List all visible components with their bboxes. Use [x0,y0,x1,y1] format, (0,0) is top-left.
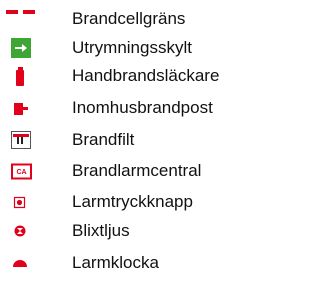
fire-hydrant-icon [0,93,50,123]
legend-label: Brandfilt [72,130,135,149]
legend-item-inomhusbrandpost: Inomhusbrandpost [0,93,275,123]
panel-label: CA [16,169,26,176]
legend-item-brandlarmcentral: CA Brandlarmcentral [0,156,275,186]
strobe-light-icon [0,216,50,246]
legend-label: Larmklocka [72,253,159,272]
legend-item-brandfilt: Brandfilt [0,125,275,155]
legend-label: Blixtljus [72,221,130,240]
legend-item-utrymningsskylt: Utrymningsskylt [0,33,275,63]
legend-item-larmtryckknapp: Larmtryckknapp [0,187,275,217]
symbol-legend: Brandcellgräns Utrymningsskylt Handbrand… [0,0,275,301]
legend-label: Inomhusbrandpost [72,98,213,117]
exit-sign-icon [0,33,50,63]
legend-label: Brandcellgräns [72,9,186,28]
fire-extinguisher-icon [0,61,50,91]
legend-item-handbrandslackare: Handbrandsläckare [0,61,275,91]
legend-label: Utrymningsskylt [72,38,192,57]
legend-label: Brandlarmcentral [72,161,202,180]
fire-alarm-panel-icon: CA [0,156,50,186]
legend-item-larmklocka: Larmklocka [0,248,275,278]
boundary-dashed-line-icon [0,4,50,34]
legend-item-blixtljus: Blixtljus [0,216,275,246]
legend-label: Larmtryckknapp [72,192,193,211]
legend-item-brandcellgrans: Brandcellgräns [0,4,275,34]
legend-label: Handbrandsläckare [72,66,220,85]
alarm-bell-icon [0,248,50,278]
alarm-button-icon [0,187,50,217]
fire-blanket-icon [0,125,50,155]
